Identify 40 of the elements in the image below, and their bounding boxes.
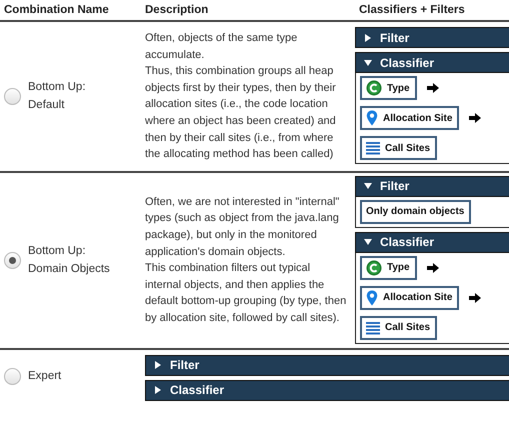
location-pin-icon (366, 110, 378, 126)
radio-button[interactable] (4, 368, 21, 385)
radio-button[interactable] (4, 252, 21, 269)
column-header: Description (144, 4, 210, 16)
class-icon (366, 260, 382, 276)
location-pin-icon (366, 290, 378, 306)
right-arrow-icon (469, 113, 482, 124)
panel-header[interactable]: Filter (355, 27, 509, 48)
right-arrow-icon (426, 83, 439, 94)
right-arrow-icon (426, 262, 439, 273)
combination-name: Bottom Up: Default (28, 80, 86, 114)
description-text: Often, we are not interested in "internal" types (such as object from the java.lang package), but only in the monitored application's domain objects. This combination filters out typical internal objects, and then applies the default bottom-up grouping (by type, then by allocation site, followed by call sites). (145, 194, 347, 326)
column-header: Combination Name (3, 4, 110, 16)
description-text: Often, objects of the same type accumulate. Thus, this combination groups all heap objects first by their types, then by their allocation sites (i.e., the code location where an object has been created) and then by their call sites (i.e., from where the allocating method has been called) (145, 31, 337, 162)
collapse-triangle-icon (364, 58, 372, 67)
classifier-chip[interactable]: Only domain objects (360, 200, 472, 224)
panel-header[interactable]: Classifier (145, 380, 509, 401)
classifier-chip[interactable]: Allocation Site (360, 286, 460, 310)
expand-triangle-icon (154, 361, 162, 370)
radio-button[interactable] (4, 88, 21, 105)
collapse-triangle-icon (364, 182, 372, 190)
panel-header[interactable]: Filter (355, 176, 509, 197)
list-icon (366, 141, 380, 156)
combination-name: Expert (28, 369, 62, 384)
classifier-chip[interactable]: Type (360, 76, 417, 100)
panel-header[interactable]: Filter (145, 354, 509, 376)
column-header: Classifiers + Filters (358, 4, 466, 16)
classifier-chip[interactable]: Type (360, 256, 417, 280)
classifier-chip[interactable]: Allocation Site (360, 106, 460, 130)
classifier-chip[interactable]: Call Sites (360, 316, 438, 340)
panel-header[interactable]: Classifier (355, 52, 509, 74)
list-icon (366, 320, 380, 335)
panel-header[interactable]: Classifier (355, 232, 509, 253)
combination-name: Bottom Up: Domain Objects (28, 244, 110, 278)
class-icon (366, 80, 382, 96)
right-arrow-icon (469, 292, 482, 303)
expand-triangle-icon (364, 34, 372, 42)
expand-triangle-icon (154, 386, 162, 394)
classifier-chip[interactable]: Call Sites (360, 136, 438, 160)
collapse-triangle-icon (364, 238, 372, 246)
